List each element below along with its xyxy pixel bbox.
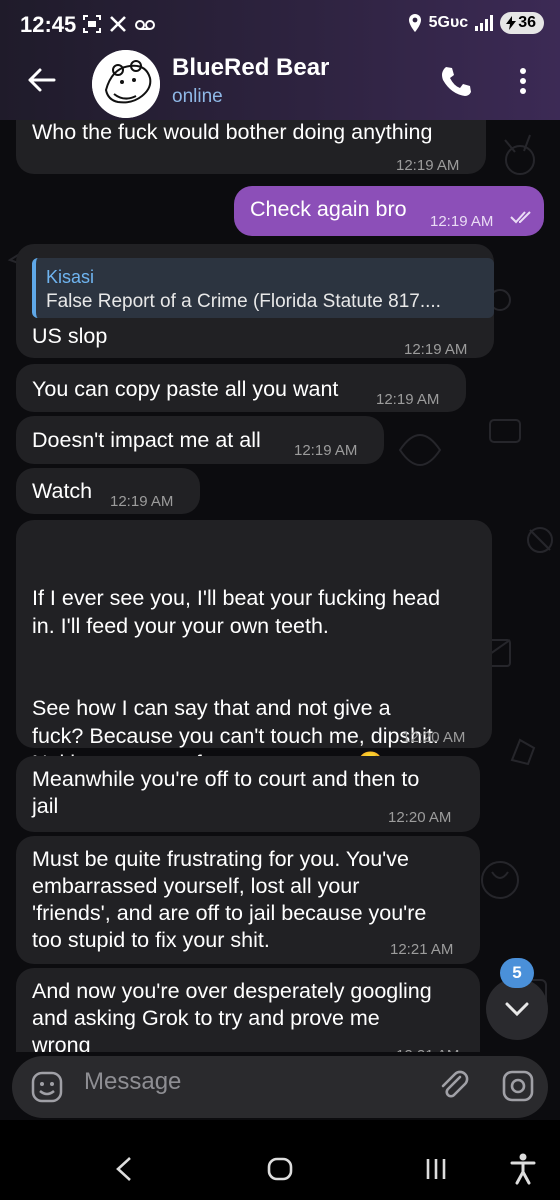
reply-text: False Report of a Crime (Florida Statute… — [46, 291, 441, 312]
accessibility-icon[interactable] — [508, 1152, 538, 1186]
reply-quote[interactable]: Kisasi False Report of a Crime (Florida … — [32, 258, 494, 318]
message-text: Meanwhile you're off to court and then t… — [32, 766, 419, 820]
status-bar: 12:45 5Gᴜᴄ 36 — [0, 0, 560, 50]
message-bubble[interactable]: Must be quite frustrating for you. You'v… — [16, 836, 480, 964]
message-text: US slop — [32, 324, 108, 348]
message-bubble[interactable]: You can copy paste all you want 12:19 AM — [16, 364, 466, 412]
message-time: 12:20 AM — [402, 729, 466, 746]
message-text: You can copy paste all you want — [32, 377, 339, 401]
message-line: in. I'll feed your your own teeth. — [32, 613, 329, 638]
message-line: Meanwhile you're off to court and then t… — [32, 767, 420, 791]
message-text: Must be quite frustrating for you. You'v… — [32, 846, 426, 954]
chat-header: BlueRed Bear online — [0, 46, 560, 120]
message-line: See how I can say that and not give a — [32, 696, 391, 720]
message-line: Must be quite frustrating for you. You'v… — [32, 847, 409, 871]
chat-area[interactable]: Who the fuck would bother doing anything… — [0, 0, 560, 1200]
phone-call-icon[interactable] — [438, 64, 472, 98]
voicemail-icon — [135, 20, 155, 30]
message-bubble[interactable]: If I ever see you, I'll beat your fuckin… — [16, 520, 492, 775]
nav-recents-icon[interactable] — [422, 1154, 450, 1184]
message-bubble[interactable]: Meanwhile you're off to court and then t… — [16, 756, 480, 832]
screenshot-icon — [83, 15, 101, 33]
battery-indicator: 36 — [500, 12, 544, 34]
message-time: 12:19 AM — [376, 391, 440, 408]
sticker-emoji-icon[interactable] — [30, 1070, 64, 1104]
status-time: 12:45 — [20, 12, 77, 37]
message-composer: Message — [0, 1052, 560, 1120]
message-time: 12:21 AM — [390, 941, 454, 958]
app-top-bar: 12:45 5Gᴜᴄ 36 BlueRed Bear online — [0, 0, 560, 120]
charging-bolt-icon — [506, 16, 517, 30]
message-text: Who the fuck would bother doing anything — [32, 120, 433, 144]
read-double-check-icon — [510, 211, 531, 224]
signal-icon — [475, 15, 494, 31]
message-text: Doesn't impact me at all — [32, 428, 261, 452]
message-time: 12:19 AM — [396, 157, 460, 174]
location-icon — [408, 14, 421, 32]
message-line: And now you're over desperately googling — [32, 979, 432, 1003]
message-bubble[interactable]: Doesn't impact me at all 12:19 AM — [16, 416, 384, 464]
message-time: 12:19 AM — [294, 442, 358, 459]
system-navigation-bar — [0, 1120, 560, 1200]
message-time: 12:20 AM — [388, 809, 452, 826]
message-line: too stupid to fix your shit. — [32, 928, 270, 952]
network-type: 5Gᴜᴄ — [428, 14, 469, 31]
message-line: embarrassed yourself, lost all your — [32, 874, 360, 898]
back-arrow-icon[interactable] — [24, 62, 60, 98]
nav-back-icon[interactable] — [112, 1154, 136, 1184]
x-app-icon — [110, 16, 126, 32]
message-line: 'friends', and are off to jail because y… — [32, 901, 427, 925]
message-text: Check again bro — [250, 197, 407, 221]
message-text: And now you're over desperately googling… — [32, 978, 432, 1059]
bear-avatar-image — [92, 50, 160, 118]
reply-author: Kisasi — [46, 267, 95, 287]
chevron-down-icon — [505, 1002, 529, 1017]
status-system-icons: 5Gᴜᴄ 36 — [407, 12, 544, 34]
nav-home-icon[interactable] — [266, 1154, 294, 1184]
message-time: 12:19 AM — [110, 493, 174, 510]
message-bubble-outgoing[interactable]: Check again bro 12:19 AM — [234, 186, 544, 236]
attach-paperclip-icon[interactable] — [436, 1068, 470, 1102]
unread-count-badge: 5 — [500, 958, 534, 988]
status-notification-icons — [82, 14, 156, 34]
message-line: fuck? Because you can't touch me, dipshi… — [32, 723, 439, 748]
message-time: 12:19 AM — [404, 341, 468, 358]
avatar[interactable] — [92, 50, 160, 118]
message-bubble[interactable]: Watch 12:19 AM — [16, 468, 200, 514]
camera-icon[interactable] — [500, 1068, 536, 1104]
contact-name[interactable]: BlueRed Bear — [172, 54, 329, 82]
message-line: jail — [32, 794, 59, 818]
more-options-icon[interactable] — [508, 64, 538, 98]
message-bubble[interactable]: Kisasi False Report of a Crime (Florida … — [16, 244, 494, 358]
message-line: and asking Grok to try and prove me — [32, 1006, 380, 1030]
battery-level: 36 — [518, 14, 536, 31]
message-input[interactable]: Message — [84, 1068, 181, 1096]
message-line: If I ever see you, I'll beat your fuckin… — [32, 586, 441, 610]
message-time: 12:19 AM — [430, 213, 494, 230]
message-text: Watch — [32, 479, 93, 503]
contact-status: online — [172, 86, 223, 107]
